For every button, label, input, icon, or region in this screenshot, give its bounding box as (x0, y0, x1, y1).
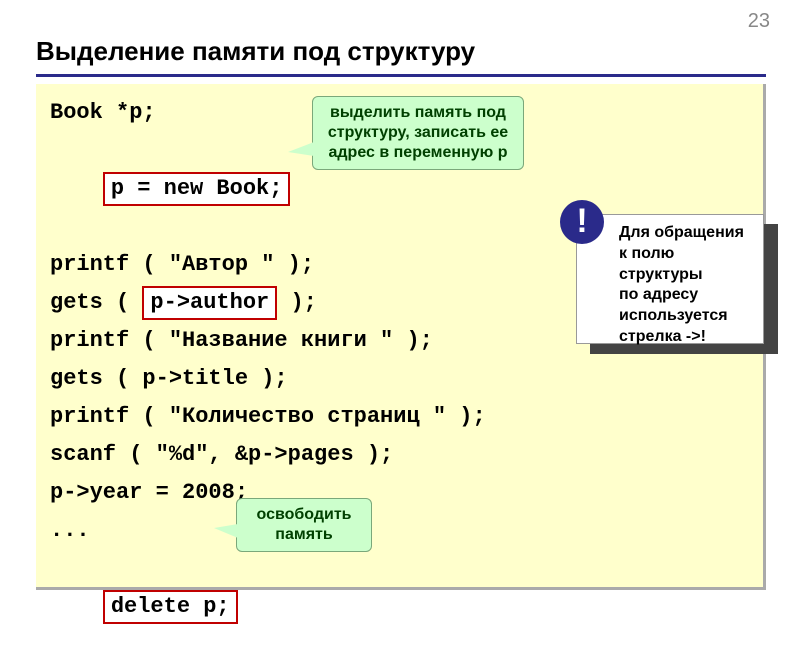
note-arrow-operator: Для обращения к полю структуры по адресу… (576, 214, 764, 344)
note-text: Для обращения (619, 223, 753, 244)
callout-tail (214, 524, 238, 538)
note-text: стрелка ->! (619, 327, 753, 348)
exclamation-icon: ! (560, 200, 604, 244)
code-line: gets ( p->title ); (50, 360, 749, 398)
callout-text: память (247, 525, 361, 545)
callout-text: освободить (247, 505, 361, 525)
code-line: printf ( "Количество страниц " ); (50, 398, 749, 436)
highlight-p-author: p->author (142, 286, 277, 320)
code-line: p->year = 2008; (50, 474, 749, 512)
highlight-new-book: p = new Book; (103, 172, 291, 206)
code-line: scanf ( "%d", &p->pages ); (50, 436, 749, 474)
note-text: к полю структуры (619, 244, 753, 286)
callout-text: структуру, записать ее (323, 123, 513, 143)
code-text: gets ( (50, 290, 142, 315)
callout-text: адрес в переменную p (323, 143, 513, 163)
title-underline (36, 74, 766, 77)
callout-free: освободить память (236, 498, 372, 552)
callout-allocate: выделить память под структуру, записать … (312, 96, 524, 170)
code-line: ... (50, 512, 749, 550)
code-line: delete p; (50, 550, 749, 664)
callout-tail (288, 142, 314, 156)
page-title: Выделение памяти под структуру (36, 36, 475, 67)
highlight-delete: delete p; (103, 590, 238, 624)
callout-text: выделить память под (323, 103, 513, 123)
page-number: 23 (748, 10, 770, 33)
note-text: по адресу (619, 285, 753, 306)
code-text: ); (277, 290, 317, 315)
note-text: используется (619, 306, 753, 327)
